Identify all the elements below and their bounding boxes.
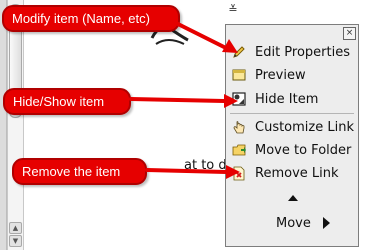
callout-arrows [129,22,240,179]
arrow-to-remove-link [145,168,228,174]
arrow-to-hide-item [129,97,226,103]
arrow-to-edit-properties [176,22,228,50]
